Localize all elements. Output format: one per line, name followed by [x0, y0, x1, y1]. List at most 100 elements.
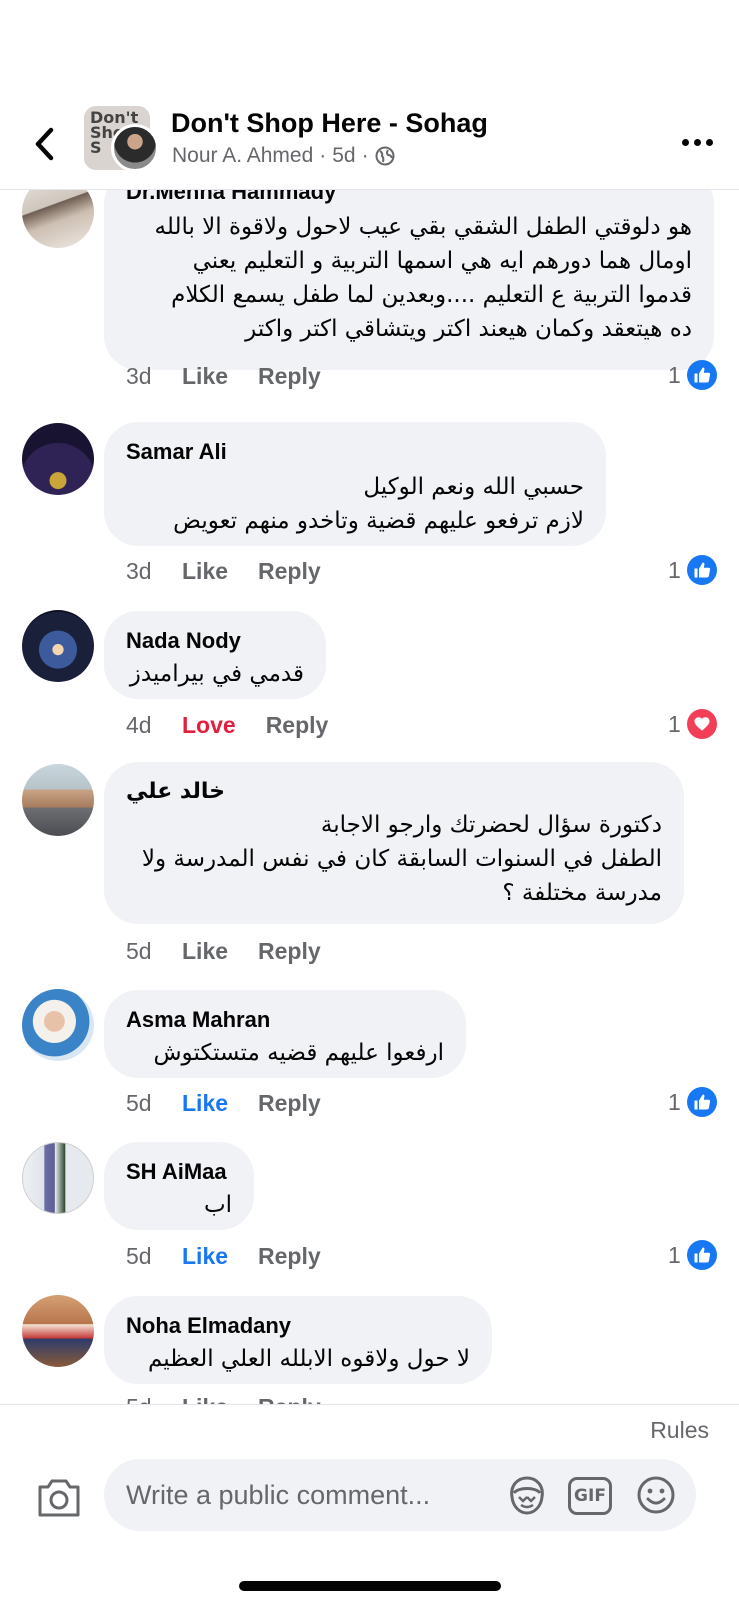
dot: [693, 138, 701, 146]
comments-feed[interactable]: Dr.Menna Hammady هو دلوقتي الطفل الشقي ب…: [0, 0, 739, 1404]
thumbs-up-icon: [686, 360, 717, 390]
reply-button[interactable]: Reply: [258, 1394, 321, 1404]
poster-name[interactable]: Nour A. Ahmed: [172, 144, 313, 168]
comment-author[interactable]: Noha Elmadany: [126, 1312, 470, 1340]
like-button[interactable]: Like: [182, 1090, 228, 1117]
comment-time: 4d: [126, 712, 152, 738]
comment-bubble[interactable]: Dr.Menna Hammady هو دلوقتي الطفل الشقي ب…: [104, 170, 714, 370]
comment-author[interactable]: خالد علي: [126, 778, 662, 806]
love-button[interactable]: Love: [182, 712, 236, 739]
comment-line: قدموا التربية ع التعليم ....وبعدين لما ط…: [171, 282, 692, 308]
comment-text: هو دلوقتي الطفل الشقي بقي عيب لاحول ولاق…: [126, 210, 693, 346]
avatar[interactable]: [22, 764, 94, 836]
globe-icon: [375, 146, 395, 166]
reaction-count[interactable]: 1: [668, 360, 717, 390]
avatar[interactable]: [22, 610, 94, 682]
comment-author[interactable]: SH AiMaa: [126, 1158, 232, 1186]
comment-time: 3d: [126, 363, 152, 389]
avatar[interactable]: [22, 989, 94, 1061]
reaction-count[interactable]: 1: [668, 555, 717, 585]
reply-button[interactable]: Reply: [258, 938, 321, 965]
comment-composer: Rules Write a public comment... GIF: [0, 1404, 739, 1600]
comment-text: لا حول ولاقوه الابلله العلي العظيم: [126, 1342, 470, 1376]
camera-button[interactable]: [36, 1475, 82, 1519]
comment-line: لا حول ولاقوه الابلله العلي العظيم: [148, 1346, 470, 1372]
comment-text: اب: [126, 1188, 232, 1222]
comment-bubble[interactable]: Nada Nody قدمي في بيراميدز: [104, 611, 326, 699]
post-time: 5d: [332, 144, 356, 167]
reply-button[interactable]: Reply: [258, 1090, 321, 1117]
reaction-count-value: 1: [668, 361, 681, 388]
like-button[interactable]: Like: [182, 938, 228, 965]
meta-separator: ·: [361, 144, 369, 167]
reaction-count[interactable]: 1: [668, 1087, 717, 1117]
comment-actions: 5d Like Reply: [126, 1243, 351, 1270]
comment-bubble[interactable]: Samar Ali حسبي الله ونعم الوكيل لازم ترف…: [104, 422, 606, 546]
reply-button[interactable]: Reply: [258, 363, 321, 390]
dot: [681, 138, 689, 146]
avatar-sticker-icon: [510, 1476, 544, 1515]
chevron-left-icon: [35, 127, 54, 161]
group-name[interactable]: Don't Shop Here - Sohag: [171, 108, 488, 139]
like-button[interactable]: Like: [182, 1243, 228, 1270]
reply-button[interactable]: Reply: [266, 712, 329, 739]
comment-actions: 5d Like Reply: [126, 938, 351, 965]
comment-line: حسبي الله ونعم الوكيل: [363, 474, 584, 500]
comment-time: 5d: [126, 1243, 152, 1269]
comment-bubble[interactable]: خالد علي دكتورة سؤال لحضرتك وارجو الاجاب…: [104, 762, 684, 924]
avatar-sticker-button[interactable]: [506, 1475, 548, 1517]
comment-author[interactable]: Asma Mahran: [126, 1006, 444, 1034]
dot: [705, 138, 713, 146]
avatar[interactable]: [22, 1295, 94, 1367]
like-button[interactable]: Like: [182, 1394, 228, 1404]
comment-author[interactable]: Nada Nody: [126, 627, 304, 655]
post-header: Don't Shop S Don't Shop Here - Sohag Nou…: [0, 0, 739, 190]
back-button[interactable]: [26, 122, 62, 166]
reaction-count-value: 1: [668, 556, 681, 583]
reply-button[interactable]: Reply: [258, 1243, 321, 1270]
comment-line: قدمي في بيراميدز: [129, 661, 304, 687]
comment-actions: 5d Like Reply: [126, 1394, 351, 1404]
meta-separator: ·: [319, 144, 327, 167]
comment-bubble[interactable]: Noha Elmadany لا حول ولاقوه الابلله العل…: [104, 1296, 492, 1384]
comment-time: 5d: [126, 938, 152, 964]
comment-bubble[interactable]: Asma Mahran ارفعوا عليهم قضيه متستكتوش: [104, 990, 466, 1078]
thumbs-up-icon: [686, 1240, 717, 1270]
comment-text: ارفعوا عليهم قضيه متستكتوش: [126, 1036, 444, 1070]
gif-button[interactable]: GIF: [568, 1477, 612, 1515]
reaction-count[interactable]: 1: [668, 1240, 717, 1270]
reaction-count[interactable]: 1: [668, 709, 717, 739]
comment-line: دكتورة سؤال لحضرتك وارجو الاجابة: [320, 812, 662, 838]
comment-time: 5d: [126, 1090, 152, 1116]
comment-actions: 4d Love Reply: [126, 712, 358, 739]
thumbs-up-icon: [686, 1087, 717, 1117]
comment-line: ده هيتعقد وكمان هيعند اكتر ويتشاقي اكتر …: [245, 316, 692, 342]
comment-line: الطفل في السنوات السابقة كان في نفس المد…: [141, 846, 662, 872]
comment-actions: 3d Like Reply: [126, 558, 351, 585]
more-options-button[interactable]: [679, 128, 715, 156]
comment-line: ارفعوا عليهم قضيه متستكتوش: [153, 1040, 444, 1066]
comment-time: 3d: [126, 558, 152, 584]
poster-avatar[interactable]: [111, 124, 159, 172]
comment-author[interactable]: Samar Ali: [126, 438, 584, 466]
emoji-icon: [637, 1476, 675, 1514]
reaction-count-value: 1: [668, 1088, 681, 1115]
avatar[interactable]: [22, 1142, 94, 1214]
avatar[interactable]: [22, 423, 94, 495]
comment-bubble[interactable]: SH AiMaa اب: [104, 1142, 254, 1230]
like-button[interactable]: Like: [182, 363, 228, 390]
comment-line: اومال هما دورهم ايه هي اسمها التربية و ا…: [192, 248, 692, 274]
rules-link[interactable]: Rules: [650, 1417, 709, 1444]
comment-text: حسبي الله ونعم الوكيل لازم ترفعو عليهم ق…: [126, 470, 584, 538]
heart-icon: [686, 709, 717, 739]
camera-icon: [38, 1479, 80, 1517]
comment-line: مدرسة مختلفة ؟: [502, 880, 662, 906]
emoji-button[interactable]: [636, 1475, 676, 1515]
thumbs-up-icon: [686, 555, 717, 585]
reply-button[interactable]: Reply: [258, 558, 321, 585]
comment-placeholder: Write a public comment...: [126, 1480, 431, 1510]
comment-line: هو دلوقتي الطفل الشقي بقي عيب لاحول ولاق…: [154, 214, 693, 240]
like-button[interactable]: Like: [182, 558, 228, 585]
reaction-count-value: 1: [668, 710, 681, 737]
comment-line: اب: [203, 1192, 232, 1218]
